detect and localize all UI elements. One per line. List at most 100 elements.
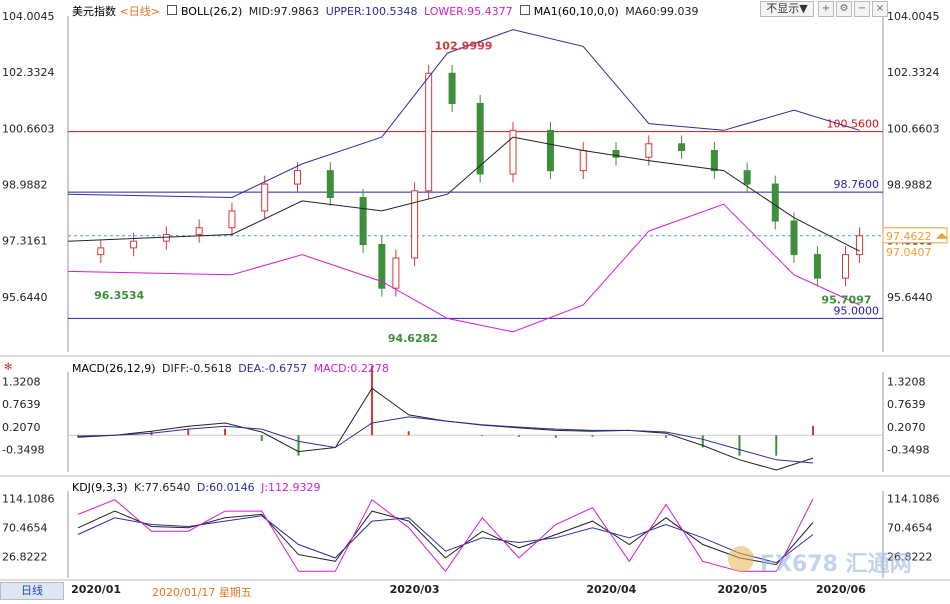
- price-annotation: 102.9999: [435, 39, 493, 52]
- macd-tick-label-right: 1.3208: [887, 375, 926, 388]
- chart-stage: 104.0045 104.0045 102.3324 102.3324 100.6603…: [0, 0, 950, 600]
- candle-body: [743, 170, 751, 185]
- price-tick-label-right: 102.3324: [887, 66, 940, 79]
- price-tick-label-left: 104.0045: [2, 10, 55, 23]
- boll-label: BOLL(26,2): [180, 5, 243, 18]
- kdj-d: D:60.0146: [196, 481, 255, 494]
- macd-tick-label-right: -0.3498: [887, 444, 929, 457]
- price-tick-label-left: 102.3324: [2, 66, 55, 79]
- watermark: FX678 汇通网: [728, 540, 938, 580]
- macd-tick-label-left: 0.2070: [2, 421, 41, 434]
- candle-body: [130, 240, 138, 249]
- candle-body: [790, 220, 798, 256]
- macd-tick-label-right: 0.2070: [887, 421, 926, 434]
- price-annotation: 95.7097: [821, 294, 871, 307]
- price-tick-label-left: 100.6603: [2, 122, 55, 135]
- ma60-value: MA60:99.039: [625, 5, 699, 18]
- period-link[interactable]: <日线>: [120, 5, 160, 18]
- price-annotation: 94.6282: [388, 332, 438, 345]
- price-tick-label-right: 100.6603: [887, 122, 940, 135]
- candle-body: [678, 143, 686, 151]
- price-tick-label-left: 97.3161: [2, 235, 48, 248]
- macd-tick-label-left: 0.7639: [2, 398, 41, 411]
- cursor-date: 2020/01/17 星期五: [152, 586, 252, 599]
- kdj-tick-label-left: 114.1086: [2, 492, 55, 505]
- price-annotation: 96.3534: [94, 289, 144, 302]
- price-tick-label-right: 95.6440: [887, 291, 933, 304]
- kdj-header: KDJ(9,3,3) K:77.6540 D:60.0146 J:112.932…: [72, 481, 321, 494]
- candle-body: [97, 247, 105, 256]
- candle-body: [448, 72, 456, 104]
- candle-body: [228, 210, 236, 229]
- candle-body: [645, 143, 653, 158]
- boll-upper: UPPER:100.5348: [325, 5, 418, 18]
- price-tick-label-right: 98.9882: [887, 178, 933, 191]
- kdj-d-line: [77, 515, 814, 564]
- watermark-text: FX678 汇通网: [760, 552, 912, 577]
- candle-body: [162, 233, 170, 242]
- price-tick-label-right: 104.0045: [887, 10, 940, 23]
- x-tick-label: 2020/01: [71, 583, 121, 596]
- boll-mid: MID:97.9863: [248, 5, 320, 18]
- kdj-tick-label-left: 70.4654: [2, 521, 48, 534]
- settings-icon[interactable]: ⚙: [836, 1, 852, 17]
- boll-mid-line: [67, 136, 860, 252]
- x-tick-label: 2020/05: [718, 583, 768, 596]
- macd-dea: DEA:-0.6757: [238, 362, 308, 375]
- kdj-j-line: [77, 498, 814, 573]
- kdj-label: KDJ(9,3,3): [72, 481, 128, 494]
- candle-body: [425, 72, 433, 192]
- macd-value: MACD:0.2278: [313, 362, 389, 375]
- candle-body: [411, 190, 419, 259]
- boll-lower-last-label: 97.0407: [886, 246, 932, 259]
- ma1-label: MA1(60,10,0,0): [533, 5, 619, 18]
- add-icon[interactable]: +: [818, 1, 834, 17]
- candle-body: [195, 227, 203, 235]
- candle-body: [294, 170, 302, 185]
- boll-icon: [167, 5, 178, 15]
- horizontal-level-label: 98.7600: [834, 178, 880, 191]
- price-tick-label-left: 98.9882: [2, 178, 48, 191]
- kdj-tick-label-left: 26.8222: [2, 551, 48, 564]
- kdj-tick-label-right: 114.1086: [887, 492, 940, 505]
- candle-body: [842, 254, 850, 279]
- x-tick-label: 2020/03: [390, 583, 440, 596]
- candle-body: [579, 149, 587, 172]
- symbol-label: 美元指数: [72, 5, 116, 18]
- watermark-logo-icon: [728, 546, 754, 572]
- x-tick-label: 2020/04: [586, 583, 636, 596]
- horizontal-level-label: 100.5600: [827, 118, 880, 131]
- macd-tick-label-left: 1.3208: [2, 375, 41, 388]
- candle-body: [771, 183, 779, 222]
- close-icon[interactable]: ×: [872, 1, 888, 17]
- macd-gear-icon[interactable]: ✻: [4, 362, 12, 373]
- chart-svg: 104.0045 104.0045 102.3324 102.3324 100.6603…: [0, 10, 950, 596]
- minus-icon[interactable]: −: [854, 1, 870, 17]
- hide-button[interactable]: 不显示▼: [760, 1, 814, 17]
- candle-body: [813, 254, 821, 279]
- candle-body: [326, 170, 334, 199]
- candle-body: [710, 149, 718, 172]
- last-price-label: 97.4622: [886, 230, 932, 243]
- macd-label: MACD(26,12,9): [72, 362, 156, 375]
- period-tab[interactable]: 日线: [0, 582, 64, 600]
- macd-tick-label-right: 0.7639: [887, 398, 926, 411]
- boll-lower-line: [67, 203, 860, 333]
- macd-diff: DIFF:-0.5618: [162, 362, 232, 375]
- candle-body: [392, 257, 400, 289]
- boll-lower: LOWER:95.4377: [423, 5, 513, 18]
- candle-body: [261, 183, 269, 212]
- macd-header: MACD(26,12,9) DIFF:-0.5618 DEA:-0.6757 M…: [72, 362, 389, 375]
- price-tick-label-left: 95.6440: [2, 291, 48, 304]
- macd-tick-label-left: -0.3498: [2, 444, 44, 457]
- ma-icon: [520, 5, 531, 15]
- kdj-k: K:77.6540: [134, 481, 191, 494]
- x-tick-label: 2020/06: [816, 583, 866, 596]
- kdj-j: J:112.9329: [261, 481, 321, 494]
- candle-body: [546, 129, 554, 172]
- boll-upper-line: [67, 29, 860, 199]
- kdj-tick-label-right: 70.4654: [887, 521, 933, 534]
- main-header: 美元指数 <日线> BOLL(26,2) MID:97.9863 UPPER:1…: [72, 3, 698, 19]
- candle-body: [856, 235, 864, 256]
- candle-body: [359, 197, 367, 246]
